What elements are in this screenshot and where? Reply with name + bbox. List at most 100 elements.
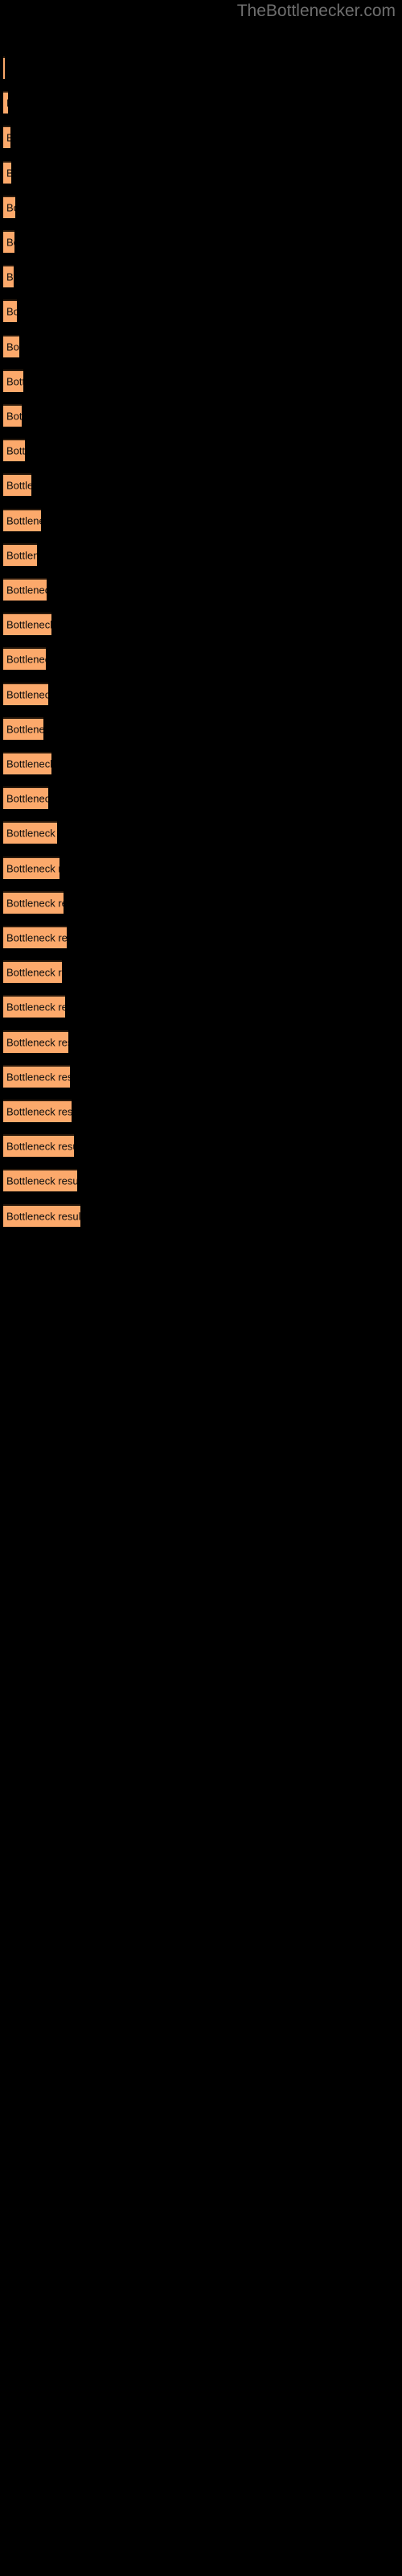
chart-bar[interactable]: Bottleneck result <box>3 508 42 531</box>
chart-bar[interactable]: Bottleneck result <box>3 1134 75 1158</box>
chart-bar-row: Bottleneck result <box>0 230 402 253</box>
chart-bar-label: Bottleneck result <box>6 236 14 249</box>
chart-bar-row: Bottleneck result <box>0 926 402 948</box>
chart-bar-label: Bottleneck result <box>6 1174 78 1187</box>
chart-bar[interactable]: Bottleneck result <box>3 1203 80 1227</box>
chart-bar-row: Bottleneck result <box>0 613 402 636</box>
chart-bar-label: Bottleneck result <box>6 758 51 770</box>
chart-bar[interactable]: Bottleneck result <box>3 299 18 323</box>
chart-bar-label: Bottleneck result <box>6 618 51 631</box>
chart-bar[interactable]: Bottleneck result <box>3 890 64 914</box>
chart-bar-label: Bottleneck result <box>6 1071 70 1084</box>
chart-bar[interactable]: Bottleneck result <box>3 1064 70 1088</box>
chart-bar[interactable]: Bottleneck result <box>3 230 15 253</box>
chart-bar-row: Bottleneck result <box>0 960 402 984</box>
chart-bar[interactable]: Bottleneck result <box>3 334 20 357</box>
bottleneck-bar-chart: Bottleneck result Bottleneck result Bottle… <box>0 0 402 2576</box>
chart-bar-label: Bottleneck result <box>6 133 10 143</box>
chart-bar[interactable]: Bottleneck result <box>3 369 23 392</box>
chart-bar[interactable]: Bottleneck result <box>3 265 14 288</box>
chart-bar[interactable]: Bottleneck result <box>3 821 58 844</box>
chart-bar-label: Bottleneck result <box>6 514 41 527</box>
chart-bar-row: Bottleneck result <box>0 1203 402 1227</box>
chart-bar[interactable]: Bottleneck result <box>3 1100 72 1122</box>
chart-bar-row: Bottleneck result <box>0 856 402 879</box>
chart-bar-row: Bottleneck result <box>0 334 402 357</box>
chart-bar-row: Bottleneck result <box>0 473 402 497</box>
chart-bar[interactable]: Bottleneck result <box>3 160 11 184</box>
chart-bar[interactable]: Bottleneck result <box>3 856 60 879</box>
chart-bar-row: Bottleneck result <box>0 195 402 218</box>
chart-bar-label: Bottleneck result <box>6 270 14 283</box>
chart-bar-row: Bottleneck result <box>0 543 402 566</box>
chart-bar[interactable]: Bottleneck result <box>3 995 65 1018</box>
chart-bar[interactable]: Bottleneck result <box>3 543 38 566</box>
chart-bar-label: Bottleneck result <box>6 1210 80 1223</box>
chart-bar[interactable]: Bottleneck result <box>3 56 5 79</box>
chart-bar-label: Bottleneck result <box>6 792 48 805</box>
chart-bar[interactable]: Bottleneck result <box>3 716 43 740</box>
chart-bar[interactable]: Bottleneck result <box>3 195 16 218</box>
chart-bar-row: Bottleneck result <box>0 265 402 288</box>
chart-bar-label: Bottleneck result <box>6 966 62 979</box>
chart-bar-label: Bottleneck result <box>6 479 31 492</box>
chart-bar-row: Bottleneck result <box>0 716 402 740</box>
chart-bar-row: Bottleneck result <box>0 578 402 601</box>
chart-bar-row: Bottleneck result <box>0 821 402 844</box>
chart-bar[interactable]: Bottleneck result <box>3 473 31 497</box>
chart-bar-label: Bottleneck result <box>6 549 37 562</box>
chart-bar-row: Bottleneck result <box>0 91 402 114</box>
chart-bar[interactable]: Bottleneck result <box>3 404 23 427</box>
chart-bar-row: Bottleneck result <box>0 126 402 149</box>
chart-bar-row: Bottleneck result <box>0 682 402 705</box>
chart-bar-row: Bottleneck result <box>0 752 402 774</box>
chart-bar-row: Bottleneck result <box>0 1064 402 1088</box>
chart-bar-label: Bottleneck result <box>6 1001 65 1013</box>
chart-bar-row: Bottleneck result <box>0 786 402 810</box>
chart-bar[interactable]: Bottleneck result <box>3 786 48 810</box>
chart-bar-row: Bottleneck result <box>0 160 402 184</box>
chart-bar[interactable]: Bottleneck result <box>3 1169 78 1192</box>
chart-bar-row: Bottleneck result <box>0 995 402 1018</box>
chart-bar-label: Bottleneck result <box>6 1036 68 1049</box>
chart-bar-row: Bottleneck result <box>0 1100 402 1122</box>
chart-bar-label: Bottleneck result <box>6 723 43 736</box>
chart-bar-label: Bottleneck result <box>6 931 67 944</box>
chart-bar[interactable]: Bottleneck result <box>3 91 8 114</box>
chart-bar-row: Bottleneck result <box>0 647 402 671</box>
chart-bar-label: Bottleneck result <box>6 201 15 214</box>
chart-bar[interactable]: Bottleneck result <box>3 647 46 671</box>
chart-bar[interactable]: Bottleneck result <box>3 439 25 462</box>
chart-bar-label: Bottleneck result <box>6 375 23 388</box>
chart-bar-label: Bottleneck result <box>6 410 22 423</box>
chart-bar-row: Bottleneck result <box>0 1169 402 1192</box>
chart-bar[interactable]: Bottleneck result <box>3 752 51 774</box>
chart-bar-label: Bottleneck result <box>6 98 8 109</box>
chart-bar-label: Bottleneck result <box>6 1140 74 1153</box>
chart-bar-row: Bottleneck result <box>0 299 402 323</box>
chart-bar[interactable]: Bottleneck result <box>3 682 48 705</box>
chart-bar-label: Bottleneck result <box>6 1105 72 1118</box>
chart-bar[interactable]: Bottleneck result <box>3 578 47 601</box>
chart-bar-row: Bottleneck result <box>0 439 402 462</box>
chart-bar-label: Bottleneck result <box>6 305 17 318</box>
chart-bar[interactable]: Bottleneck result <box>3 126 10 149</box>
chart-bar-row: Bottleneck result <box>0 404 402 427</box>
chart-bar-label: Bottleneck result <box>6 897 64 910</box>
chart-bar-label: Bottleneck result <box>6 444 25 457</box>
chart-bar[interactable]: Bottleneck result <box>3 960 62 984</box>
chart-bar-label: Bottleneck result <box>6 584 47 597</box>
chart-bar-label: Bottleneck result <box>6 167 11 178</box>
chart-bar[interactable]: Bottleneck result <box>3 1030 68 1053</box>
chart-bar-label: Bottleneck result <box>6 827 57 840</box>
chart-bar-label: Bottleneck result <box>6 653 46 666</box>
chart-bar[interactable]: Bottleneck result <box>3 926 67 948</box>
chart-bar[interactable]: Bottleneck result <box>3 613 51 636</box>
chart-bar-label: Bottleneck result <box>6 862 59 875</box>
chart-bar-row: Bottleneck result <box>0 508 402 531</box>
chart-bar-row: Bottleneck result <box>0 1030 402 1053</box>
chart-bar-row: Bottleneck result <box>0 56 402 79</box>
chart-bar-row: Bottleneck result <box>0 369 402 392</box>
chart-bar-label: Bottleneck result <box>6 688 48 701</box>
chart-bar-label: Bottleneck result <box>6 341 19 353</box>
